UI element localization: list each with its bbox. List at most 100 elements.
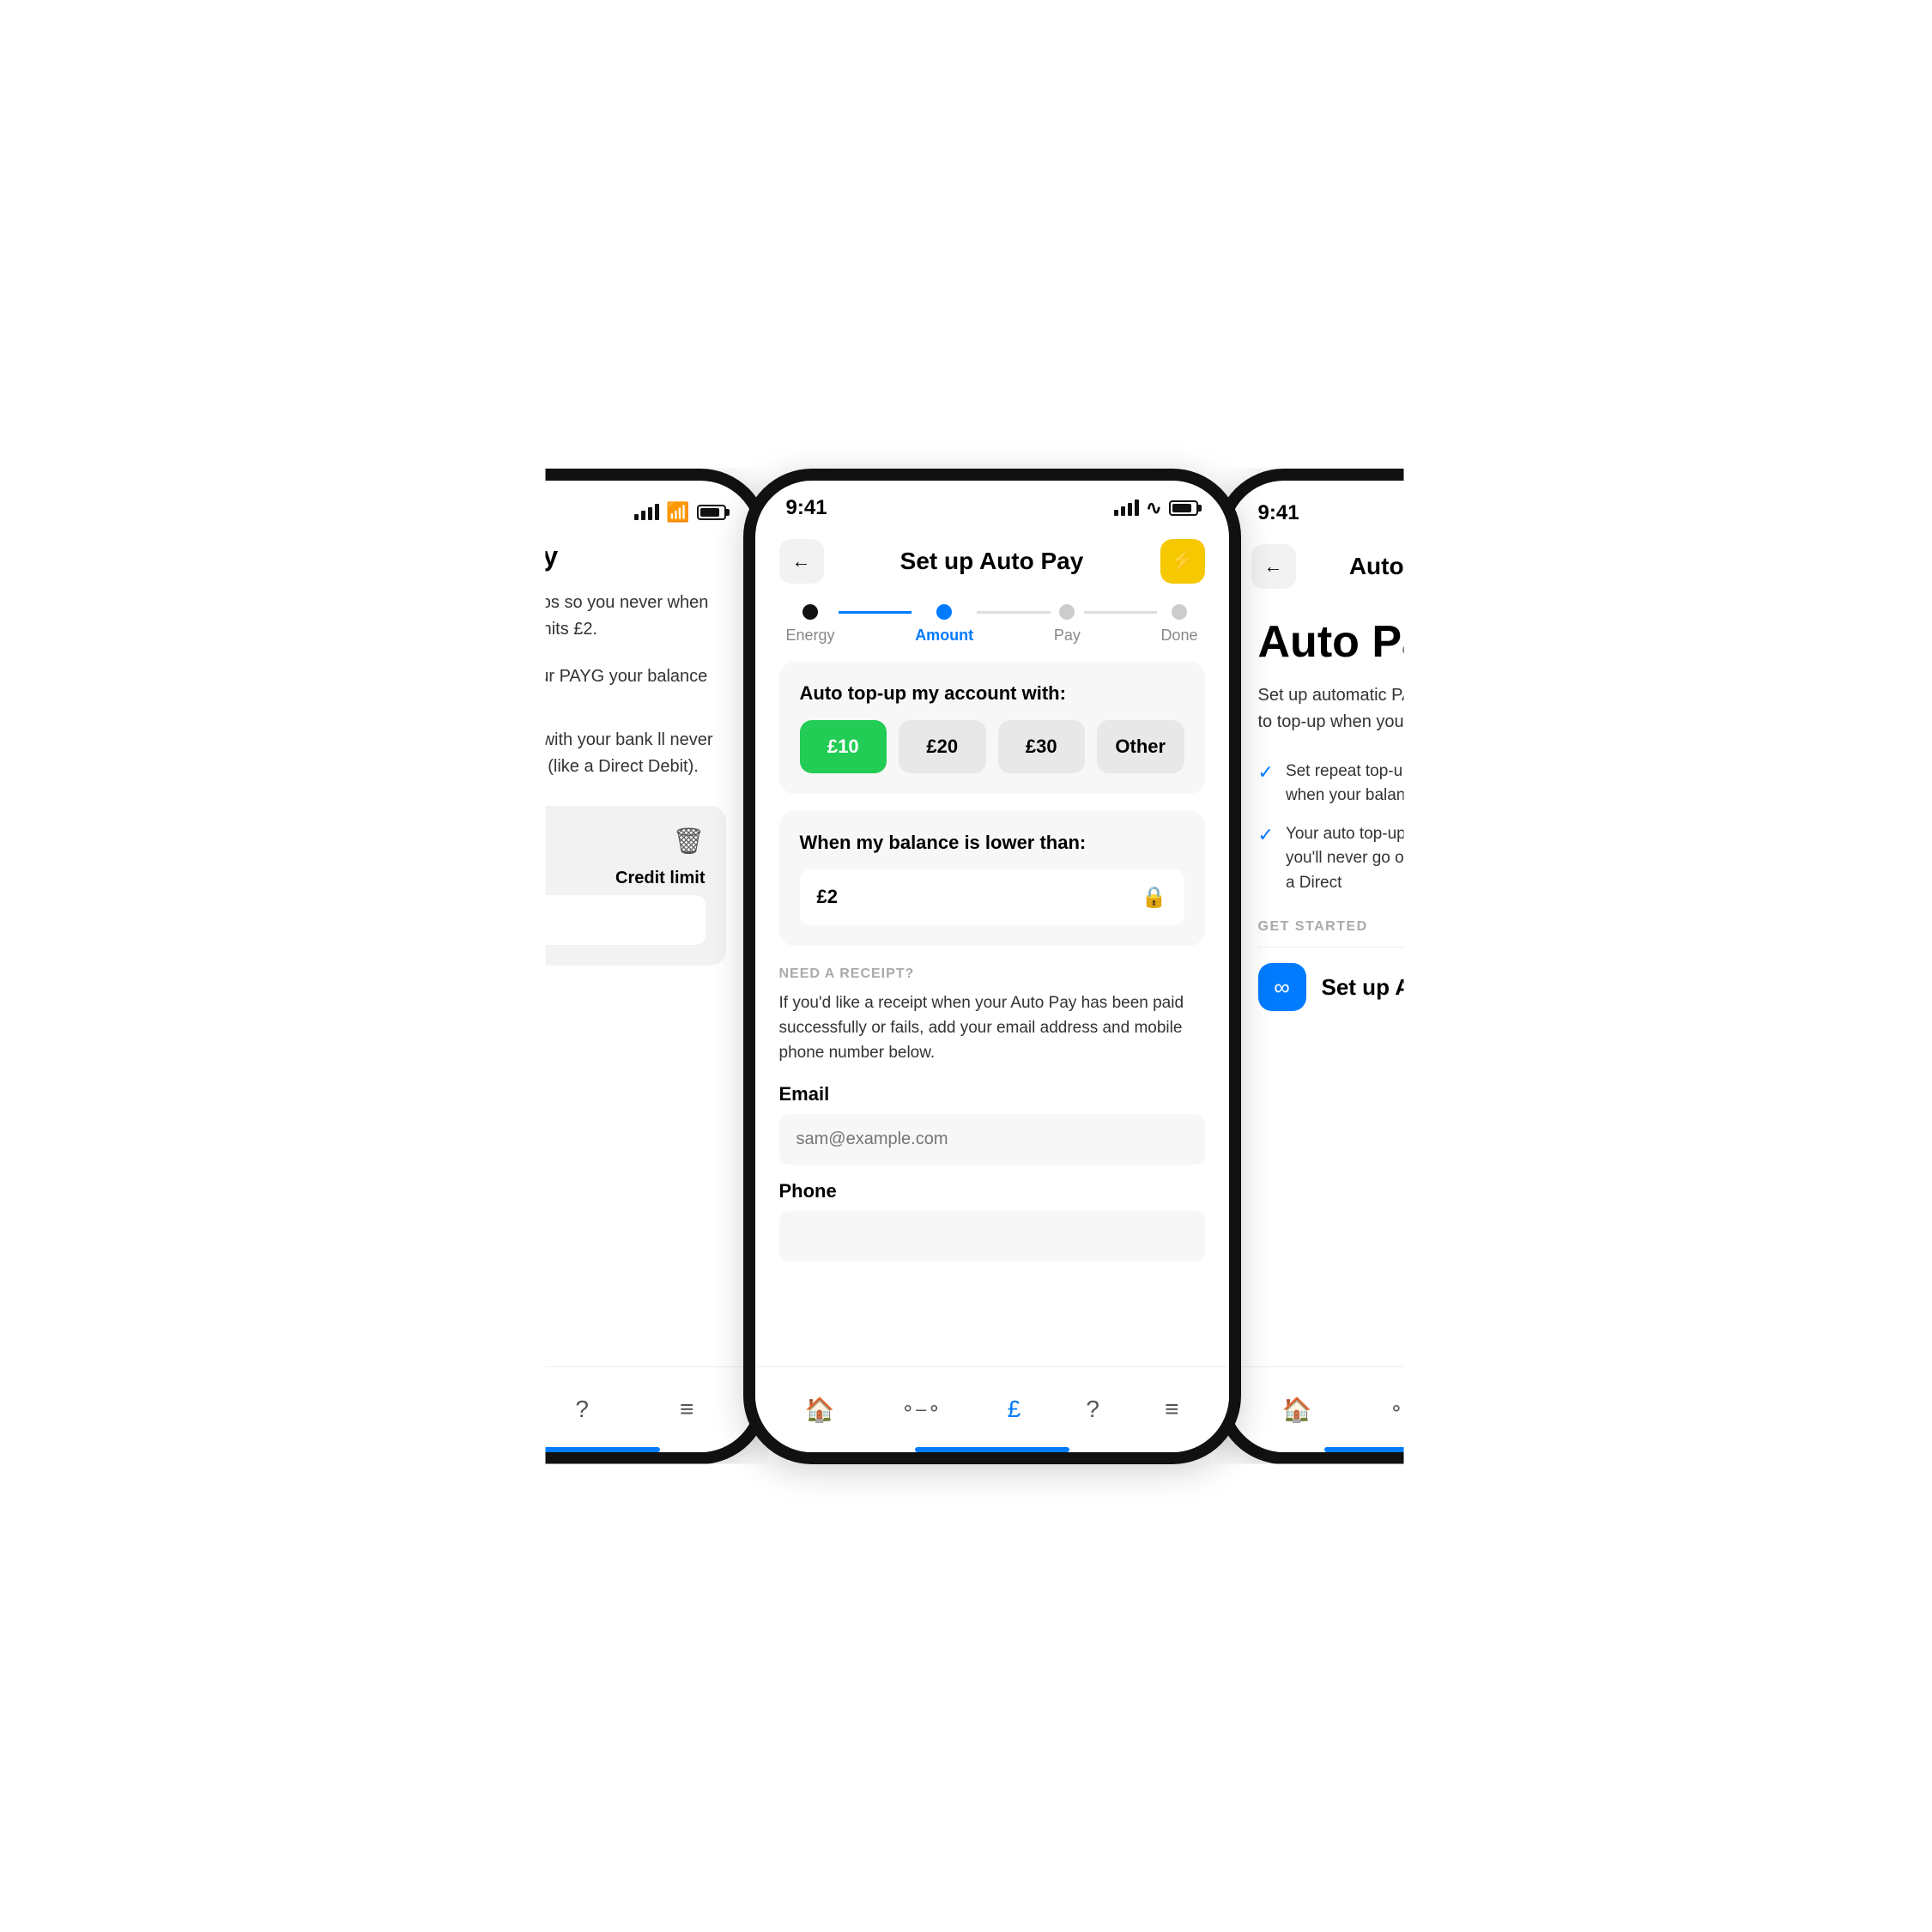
amount-30[interactable]: £30 (998, 720, 1086, 773)
center-status-icons: ∿ (1114, 497, 1197, 519)
center-bottom-indicator (915, 1447, 1069, 1452)
phone-input[interactable] (779, 1211, 1205, 1262)
progress-line-2 (977, 611, 1051, 614)
right-nav-home[interactable]: 🏠 (1282, 1396, 1312, 1424)
email-label: Email (779, 1083, 1205, 1105)
center-back-button[interactable]: ← (779, 539, 824, 584)
amount-other[interactable]: Other (1097, 720, 1184, 773)
infinity-icon: ∞ (1258, 963, 1306, 1011)
progress-line-3 (1084, 611, 1158, 614)
step-amount: Amount (915, 604, 973, 645)
left-bottom-nav: £ ? ≡ (409, 1366, 757, 1452)
receipt-desc: If you'd like a receipt when your Auto P… (779, 990, 1205, 1066)
right-time: 9:41 (1258, 501, 1299, 525)
amount-20[interactable]: £20 (899, 720, 986, 773)
check-text-1: Set repeat top-ups for yo meter when you… (1286, 760, 1545, 809)
left-nav-pound[interactable]: £ (471, 1396, 485, 1423)
email-input[interactable] (779, 1114, 1205, 1165)
right-phone: 9:41 ∿ ← Auto Pay Auto Pay Set up auto (1215, 469, 1576, 1464)
progress-steps: Energy Amount Pay Done (755, 596, 1229, 662)
left-nav-menu[interactable]: ≡ (680, 1396, 693, 1423)
lock-icon: 🔒 (1142, 885, 1167, 910)
right-wifi: ∿ (1497, 505, 1508, 522)
right-nav-track[interactable]: ⚬–⚬ (1389, 1398, 1431, 1420)
center-signal (1114, 500, 1139, 516)
phone-label: Phone (779, 1180, 1205, 1202)
progress-line-1 (839, 611, 912, 614)
left-desc1: c PAYG top-ups so you never when your ba… (439, 590, 726, 643)
right-nav-pound[interactable]: £ (1507, 1396, 1521, 1423)
center-nav-header: ← Set up Auto Pay ⚡ (755, 527, 1229, 596)
step-amount-dot (936, 604, 952, 620)
topup-title: Auto top-up my account with: (800, 682, 1184, 705)
topup-section: Auto top-up my account with: £10 £20 £30… (779, 662, 1205, 794)
step-done: Done (1160, 604, 1197, 645)
left-desc2: op-ups for your PAYG your balance reache… (439, 663, 726, 717)
step-pay: Pay (1054, 604, 1081, 645)
step-energy: Energy (786, 604, 835, 645)
step-pay-dot (1059, 604, 1075, 620)
center-nav-track[interactable]: ⚬–⚬ (900, 1398, 942, 1420)
check-icon-1: ✓ (1258, 761, 1274, 784)
left-phone: 📶 Auto Pay c PAYG top-ups so you never w… (409, 469, 769, 1464)
step-amount-label: Amount (915, 627, 973, 645)
check-item-2: ✓ Your auto top-up is paid card, so you'… (1258, 822, 1545, 896)
right-content: Auto Pay Set up automatic PAYG top-u for… (1227, 601, 1576, 1029)
check-icon-2: ✓ (1258, 824, 1274, 846)
center-bottom-nav: 🏠 ⚬–⚬ £ ? ≡ (755, 1366, 1229, 1452)
right-status-icons: ∿ (1465, 505, 1544, 522)
step-done-label: Done (1160, 627, 1197, 645)
right-bottom-nav: 🏠 ⚬–⚬ £ (1227, 1366, 1576, 1452)
center-back-icon: ← (792, 550, 811, 572)
right-nav-header: ← Auto Pay (1227, 532, 1576, 601)
center-battery (1169, 500, 1198, 516)
receipt-label: NEED A RECEIPT? (779, 966, 1205, 982)
step-energy-dot (802, 604, 818, 620)
credit-limit-box: 🗑 Credit limit £2.00 (439, 806, 726, 966)
center-action-button[interactable]: ⚡ (1160, 539, 1205, 584)
check-text-2: Your auto top-up is paid card, so you'll… (1286, 822, 1545, 896)
right-big-title: Auto Pay (1258, 618, 1545, 667)
step-energy-label: Energy (786, 627, 835, 645)
right-subtitle: Set up automatic PAYG top-u forget to to… (1258, 682, 1545, 736)
center-nav-pound[interactable]: £ (1008, 1396, 1021, 1423)
right-back-button[interactable]: ← (1251, 544, 1296, 589)
center-nav-home[interactable]: 🏠 (805, 1396, 835, 1424)
get-started-label: GET STARTED (1258, 919, 1545, 935)
lightning-icon: ⚡ (1170, 548, 1196, 573)
step-pay-label: Pay (1054, 627, 1081, 645)
setup-autopay-button[interactable]: ∞ Set up Auto Pay (1258, 963, 1545, 1011)
center-nav-title: Set up Auto Pay (900, 548, 1084, 575)
right-battery (1516, 506, 1545, 521)
battery-icon (697, 505, 726, 520)
right-bottom-indicator (1324, 1447, 1479, 1452)
amount-10[interactable]: £10 (800, 720, 887, 773)
right-nav-title: Auto Pay (1349, 553, 1453, 580)
receipt-section: NEED A RECEIPT? If you'd like a receipt … (779, 966, 1205, 1277)
center-nav-help[interactable]: ? (1086, 1396, 1099, 1423)
center-status-bar: 9:41 ∿ (755, 481, 1229, 527)
balance-section: When my balance is lower than: £2 🔒 (779, 811, 1205, 946)
balance-input-row: £2 🔒 (800, 869, 1184, 925)
amount-options: £10 £20 £30 Other (800, 720, 1184, 773)
step-done-dot (1172, 604, 1187, 620)
divider (1258, 947, 1545, 948)
center-wifi: ∿ (1146, 497, 1161, 519)
left-nav-help[interactable]: ? (575, 1396, 589, 1423)
wifi-icon: 📶 (666, 501, 689, 524)
signal-icon (634, 504, 659, 520)
left-page-title: Auto Pay (439, 541, 726, 572)
center-phone: 9:41 ∿ ← Set up Auto Pay (743, 469, 1241, 1464)
right-back-icon: ← (1264, 555, 1283, 578)
setup-btn-label: Set up Auto Pay (1322, 974, 1492, 1001)
trash-icon[interactable]: 🗑 (672, 827, 705, 857)
credit-limit-label: Credit limit (615, 869, 705, 888)
bottom-indicator (506, 1447, 660, 1452)
check-item-1: ✓ Set repeat top-ups for yo meter when y… (1258, 760, 1545, 809)
credit-limit-value: £2.00 (460, 895, 706, 945)
center-nav-menu[interactable]: ≡ (1165, 1396, 1178, 1423)
left-desc3: op-up is paid with your bank ll never go… (439, 727, 726, 780)
balance-value: £2 (817, 886, 838, 908)
balance-title: When my balance is lower than: (800, 832, 1184, 854)
center-time: 9:41 (786, 496, 827, 520)
